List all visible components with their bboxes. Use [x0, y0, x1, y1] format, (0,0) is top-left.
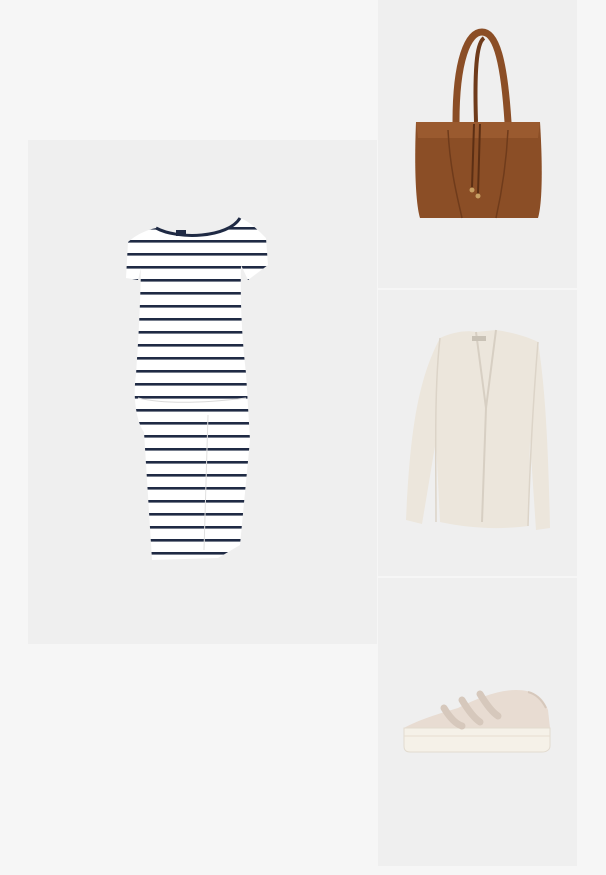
product-tile-cardigan[interactable] — [378, 290, 577, 576]
suede-tote-bag-image — [415, 28, 542, 219]
knit-cardigan-image — [406, 329, 550, 530]
product-tile-sneaker[interactable] — [378, 578, 577, 866]
product-tile-bag[interactable] — [378, 0, 577, 288]
striped-jersey-dress-image — [126, 217, 268, 560]
product-tile-dress[interactable] — [28, 140, 377, 644]
velcro-sneaker-image — [403, 690, 551, 753]
